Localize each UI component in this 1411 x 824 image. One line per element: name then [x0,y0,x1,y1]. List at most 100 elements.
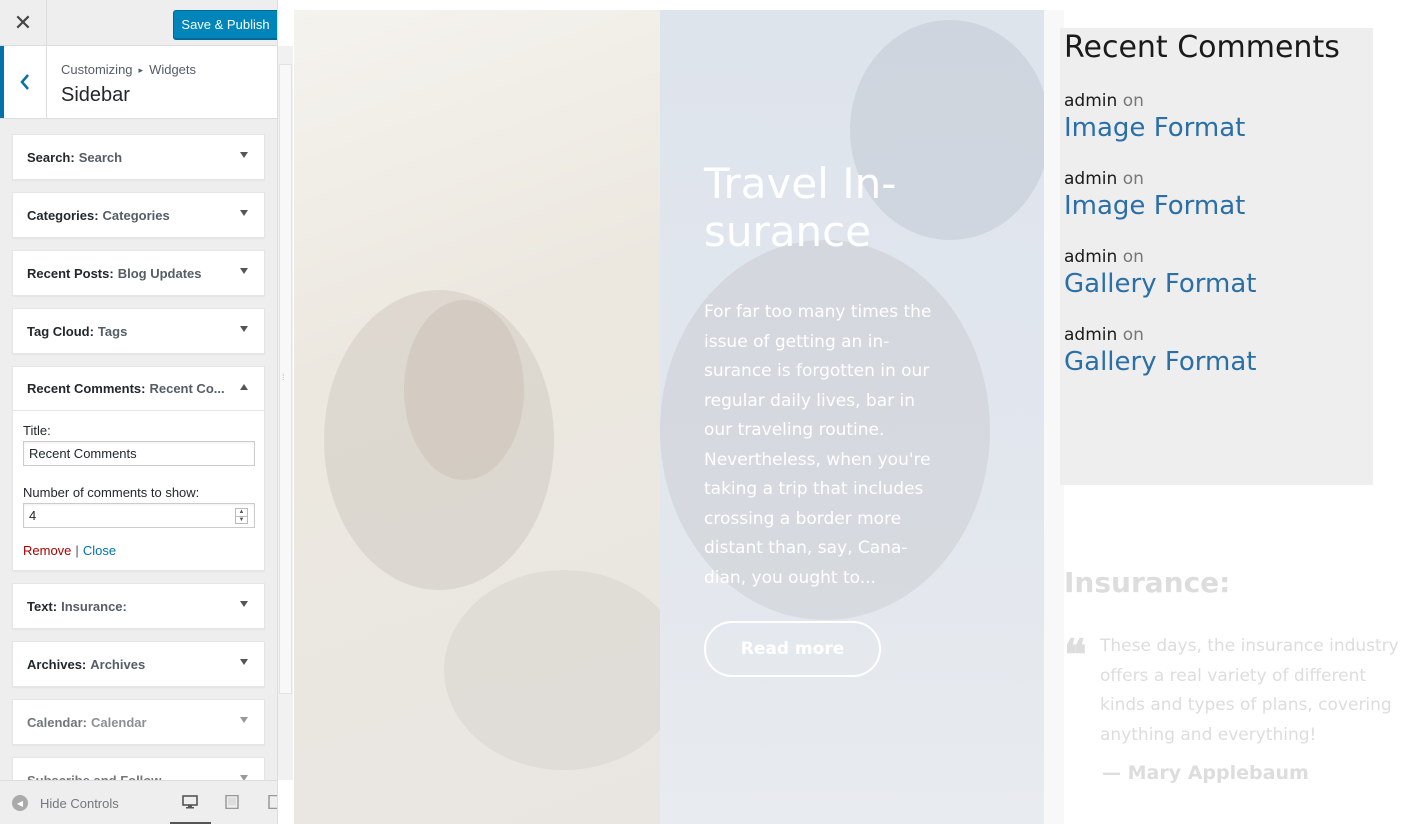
panel-footer: ◀ Hide Controls [0,780,278,824]
widget-title: Recent Co... [149,381,225,396]
widget-header[interactable]: Categories: Categories [13,193,264,237]
remove-link[interactable]: Remove [23,543,71,558]
widget-title: Calendar [90,714,147,730]
caret-down-icon[interactable] [240,659,248,665]
comment-on: on [1122,169,1144,189]
comment-post-link[interactable]: Gallery Format [1064,269,1369,299]
comment-item: admin on Gallery Format [1064,325,1369,377]
widget-list: Search: Search Categories: Categories Rece… [12,134,265,815]
widget-text[interactable]: Text: Insurance: [12,583,265,629]
page-title: Sidebar [61,84,130,106]
widget-recent-posts[interactable]: Recent Posts: Blog Updates [12,250,265,296]
number-stepper[interactable]: 4 ▲ ▼ [23,503,255,528]
comment-item: admin on Gallery Format [1064,247,1369,299]
caret-down-icon[interactable] [240,326,248,332]
title-input[interactable]: Recent Comments [23,441,255,466]
mobile-preview-icon[interactable] [268,795,278,809]
collapse-arrow-icon: ◀ [12,795,28,811]
comment-on: on [1122,325,1144,345]
save-publish-button[interactable]: Save & Publish [173,10,277,39]
comment-item: admin on Image Format [1064,91,1369,143]
panel-header: ✕ Save & Publish [0,0,277,46]
widget-title: Search [78,149,123,165]
widget-name: Archives: [27,656,87,672]
breadcrumb-current: Widgets [149,62,197,77]
close-customizer-button[interactable]: ✕ [0,0,47,46]
widget-categories[interactable]: Categories: Categories [12,192,265,238]
widget-header[interactable]: Recent Posts: Blog Updates [13,251,264,295]
number-value: 4 [29,508,37,523]
widget-title: Insurance: [61,598,127,614]
widget-tag-cloud[interactable]: Tag Cloud: Tags [12,308,265,354]
title-label: Title: [23,423,51,438]
back-button[interactable] [0,46,47,118]
widget-search[interactable]: Search: Search [12,134,265,180]
resize-grip-icon[interactable]: ⁞ [282,372,285,382]
desktop-preview-icon[interactable] [182,795,198,809]
comment-author: admin [1064,247,1118,267]
breadcrumb: Customizing ▸ Widgets [61,62,196,77]
comment-author: admin [1064,91,1118,111]
recent-comments-widget: Recent Comments admin on Image Format ad… [1060,28,1373,485]
testimonial-text: These days, the insurance industry offer… [1100,636,1399,745]
hero-excerpt: For far too many times the issue of gett… [704,302,932,588]
comment-on: on [1122,91,1144,111]
testimonial-author: — Mary Applebaum [1102,762,1309,784]
hero-title: Travel In-surance [704,159,897,256]
widget-name: Recent Comments: [27,381,146,396]
widget-title: Categories [102,207,170,223]
hide-controls-button[interactable]: ◀ Hide Controls [12,795,119,811]
widget-title: Tags [97,323,128,339]
widget-name: Recent Posts: [27,265,114,281]
quote-icon: ❝ [1064,630,1087,679]
scrollbar-thumb[interactable] [279,64,292,694]
hero-background-image [294,10,684,824]
comment-on: on [1122,247,1144,267]
breadcrumb-separator-icon: ▸ [138,65,144,75]
widget-name: Tag Cloud: [27,323,94,339]
read-more-button[interactable]: Read more [704,621,881,677]
hide-controls-label: Hide Controls [40,795,119,811]
widget-header[interactable]: Calendar: Calendar [13,700,264,744]
insurance-widget-title: Insurance: [1064,566,1231,599]
site-preview: Travel In-surance For far too many times… [294,0,1411,824]
widget-title: Archives [90,656,146,672]
comment-item: admin on Image Format [1064,169,1369,221]
widget-form: Title: Recent Comments Number of comment… [13,411,264,570]
section-header: Customizing ▸ Widgets Sidebar [0,46,277,119]
recent-comments-title: Recent Comments [1064,30,1340,65]
widget-header[interactable]: Recent Comments: Recent Co... [13,367,264,411]
widget-name: Text: [27,598,58,614]
widget-actions: Remove | Close [23,543,254,558]
widget-name: Search: [27,149,75,165]
widget-header[interactable]: Tag Cloud: Tags [13,309,264,353]
caret-down-icon[interactable] [240,210,248,216]
tablet-preview-icon[interactable] [224,795,240,809]
comment-author: admin [1064,169,1118,189]
widget-calendar[interactable]: Calendar: Calendar [12,699,265,745]
widget-header[interactable]: Text: Insurance: [13,584,264,628]
breadcrumb-root: Customizing [61,62,133,77]
caret-down-icon[interactable] [240,268,248,274]
chevron-left-icon [20,74,29,90]
caret-down-icon[interactable] [240,601,248,607]
hero-card: Travel In-surance For far too many times… [660,10,1050,824]
spinner-icon[interactable]: ▲ ▼ [235,508,248,524]
widget-name: Calendar: [27,714,87,730]
comment-post-link[interactable]: Gallery Format [1064,347,1369,377]
caret-down-icon[interactable] [240,152,248,158]
widget-archives[interactable]: Archives: Archives [12,641,265,687]
widget-title: Blog Updates [117,265,202,281]
widget-header[interactable]: Search: Search [13,135,264,179]
comment-post-link[interactable]: Image Format [1064,113,1369,143]
number-label: Number of comments to show: [23,485,200,500]
widget-header[interactable]: Archives: Archives [13,642,264,686]
close-link[interactable]: Close [83,543,116,558]
preview-top-strip [294,0,1044,10]
caret-down-icon[interactable] [240,717,248,723]
widget-recent-comments[interactable]: Recent Comments: Recent Co... Title: Rece… [12,366,265,571]
comment-post-link[interactable]: Image Format [1064,191,1369,221]
comment-author: admin [1064,325,1118,345]
caret-up-icon[interactable] [240,384,248,390]
customizer-panel: ✕ Save & Publish Customizing ▸ Widgets Sid… [0,0,278,824]
